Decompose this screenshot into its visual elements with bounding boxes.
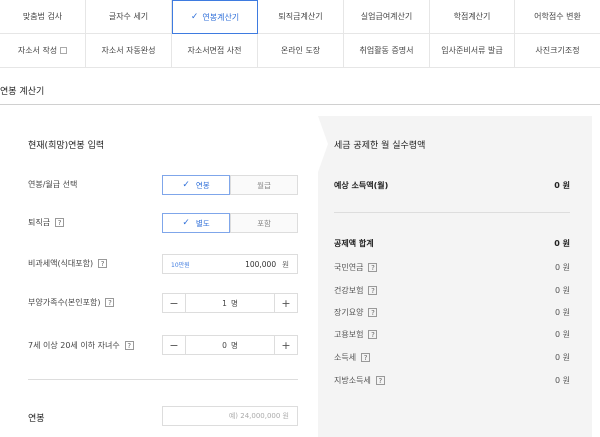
tab-label: 취업활동 증명서 [359,46,414,55]
tab-label: 자소서면접 사전 [187,46,242,55]
help-icon[interactable]: ? [368,286,378,295]
tab-interview-dictionary[interactable]: 자소서면접 사전 [172,34,258,68]
help-icon[interactable]: ? [375,376,385,385]
dependents-decrement-button[interactable]: − [163,294,185,312]
children-decrement-button[interactable]: − [163,336,185,354]
dependents-label: 부양가족수(본인포함)? [28,297,115,308]
page-title: 연봉 계산기 [0,87,45,97]
dependents-stepper: − 1명 + [162,293,298,313]
children-label: 7세 이상 20세 이하 자녀수? [28,340,134,351]
salary-type-toggle: ✓ 연봉 월급 [162,175,298,195]
total-deduction-value: 0 원 [554,239,570,248]
tab-label: 자소서 작성 [17,46,58,55]
divider [334,212,570,213]
severance-separate-option[interactable]: ✓ 별도 [162,213,230,233]
severance-label: 퇴직금? [28,217,65,228]
expected-income-value: 0 원 [554,181,570,190]
panel-arrow [318,116,328,172]
nontax-label: 비과세액(식대포함)? [28,258,108,269]
tab-label: 퇴직금계산기 [278,12,323,21]
annual-salary-label: 연봉 [28,414,45,424]
deduction-row-national-pension: 국민연금? 0 원 [334,263,570,272]
external-icon [60,47,68,54]
children-stepper: − 0명 + [162,335,298,355]
input-panel [8,116,318,437]
expected-income-row: 예상 소득액(월) 0 원 [334,181,570,190]
salary-type-label: 연봉/월급 선택 [28,180,78,189]
tab-job-activity-certificate[interactable]: 취업활동 증명서 [344,34,430,68]
help-icon[interactable]: ? [98,259,108,268]
help-icon[interactable]: ? [105,298,115,307]
tab-label: 연봉계산기 [202,12,240,22]
nontax-value: 100,000 [245,259,277,269]
help-icon[interactable]: ? [368,263,378,272]
annual-salary-placeholder: 예) 24,000,000 원 [228,412,289,420]
tab-label: 글자수 세기 [108,12,149,21]
help-icon[interactable]: ? [368,308,378,317]
salary-type-annual-option[interactable]: ✓ 연봉 [162,175,230,195]
tab-char-count[interactable]: 글자수 세기 [86,0,172,34]
deduction-row-long-term-care: 장기요양? 0 원 [334,308,570,317]
tab-gpa-calculator[interactable]: 학점계산기 [430,0,515,34]
tab-online-stamp[interactable]: 온라인 도장 [258,34,344,68]
deduction-row-local-income-tax: 지방소득세? 0 원 [334,376,570,385]
divider [28,379,298,380]
nontax-input[interactable]: 10만원 100,000 원 [162,254,298,274]
help-icon[interactable]: ? [55,218,65,227]
input-heading: 현재(희망)연봉 입력 [28,141,105,151]
tab-unemployment-calculator[interactable]: 실업급여계산기 [344,0,430,34]
nontax-unit: 원 [282,259,289,269]
help-icon[interactable]: ? [368,330,378,339]
check-icon: ✓ [182,218,190,228]
tool-tab-grid: 맞춤법 검사 글자수 세기 ✓ 연봉계산기 퇴직금계산기 실업급여계산기 학점계산… [0,0,600,68]
deduction-row-health-insurance: 건강보험? 0 원 [334,286,570,295]
tab-severance-calculator[interactable]: 퇴직금계산기 [258,0,344,34]
check-icon: ✓ [190,12,199,22]
tab-salary-calculator[interactable]: ✓ 연봉계산기 [172,0,258,34]
tab-label: 입사준비서류 발급 [441,46,503,55]
nontax-default-tag: 10만원 [171,261,190,269]
tab-document-issuance[interactable]: 입사준비서류 발급 [430,34,515,68]
tab-cover-letter-write[interactable]: 자소서 작성 [0,34,86,68]
tab-label: 실업급여계산기 [360,12,413,21]
tab-label: 학점계산기 [453,12,491,21]
severance-included-option[interactable]: 포함 [230,213,298,233]
deduction-row-employment-insurance: 고용보험? 0 원 [334,330,570,339]
tab-label: 자소서 자동완성 [101,46,156,55]
tab-cover-letter-autocomplete[interactable]: 자소서 자동완성 [86,34,172,68]
check-icon: ✓ [182,180,190,190]
dependents-value[interactable]: 1명 [185,294,275,312]
tab-label: 온라인 도장 [280,46,321,55]
result-heading: 세금 공제한 월 실수령액 [334,141,426,151]
tab-label: 어학점수 변환 [534,12,581,21]
help-icon[interactable]: ? [124,341,134,350]
children-increment-button[interactable]: + [275,336,297,354]
children-value[interactable]: 0명 [185,336,275,354]
deduction-row-income-tax: 소득세? 0 원 [334,353,570,362]
tab-label: 사진크기조정 [535,46,580,55]
tab-label: 맞춤법 검사 [22,12,63,21]
help-icon[interactable]: ? [361,353,371,362]
salary-type-monthly-option[interactable]: 월급 [230,175,298,195]
total-deduction-row: 공제액 합계 0 원 [334,239,570,248]
tab-photo-resize[interactable]: 사진크기조정 [515,34,600,68]
tab-spell-check[interactable]: 맞춤법 검사 [0,0,86,34]
annual-salary-input[interactable]: 예) 24,000,000 원 [162,406,298,426]
tab-language-score[interactable]: 어학점수 변환 [515,0,600,34]
divider [0,104,600,105]
dependents-increment-button[interactable]: + [275,294,297,312]
severance-toggle: ✓ 별도 포함 [162,213,298,233]
